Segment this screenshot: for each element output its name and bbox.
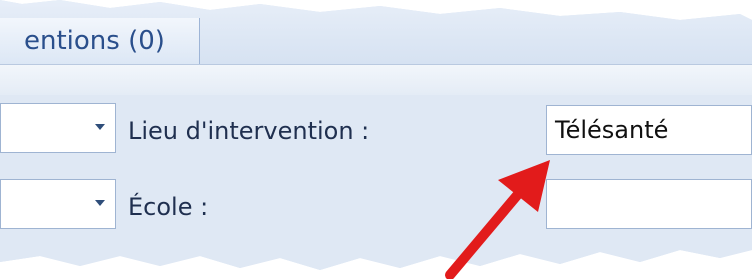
form-panel: Lieu d'intervention : Télésanté École : xyxy=(0,95,752,270)
lieu-intervention-label: Lieu d'intervention : xyxy=(128,117,370,145)
combo-box-row1[interactable] xyxy=(0,103,116,153)
red-arrow-icon xyxy=(445,160,550,279)
tab-strip: entions (0) xyxy=(0,0,752,64)
combo-box-row2[interactable] xyxy=(0,179,116,229)
chevron-down-icon[interactable] xyxy=(95,124,105,130)
toolbar xyxy=(0,64,752,96)
tab-label: entions (0) xyxy=(24,26,165,56)
ecole-field[interactable] xyxy=(546,179,752,229)
chevron-down-icon[interactable] xyxy=(95,200,105,206)
screenshot-clip: entions (0) Lieu d'intervention : Télésa… xyxy=(0,0,752,270)
tab-interventions[interactable]: entions (0) xyxy=(0,18,200,64)
ecole-label: École : xyxy=(128,193,209,221)
lieu-intervention-field[interactable]: Télésanté xyxy=(546,105,752,155)
